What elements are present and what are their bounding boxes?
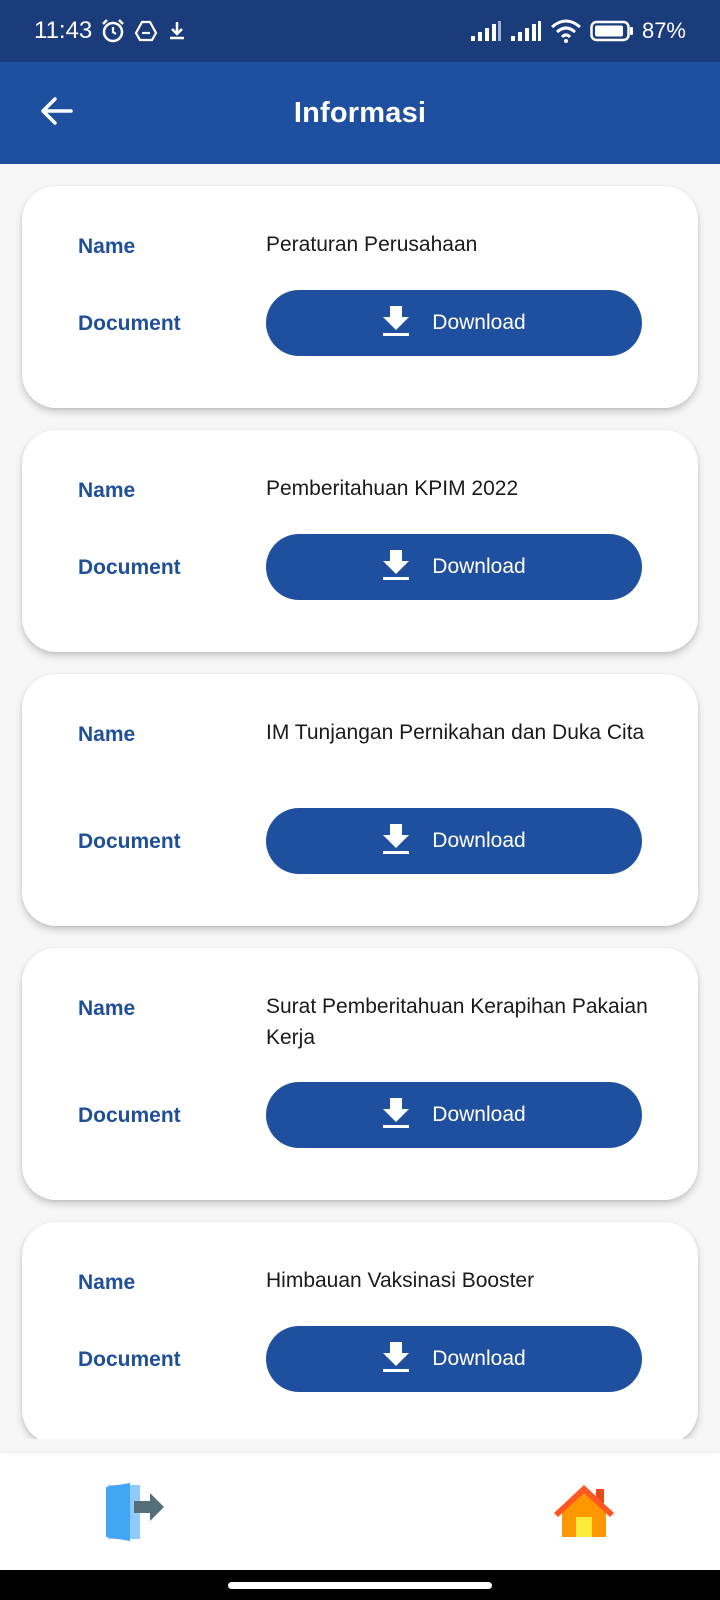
document-name: IM Tunjangan Pernikahan dan Duka Cita <box>266 721 645 744</box>
page-title: Informasi <box>293 96 427 129</box>
download-icon <box>382 549 410 586</box>
download-button[interactable]: Download <box>266 808 642 874</box>
status-right: 87% <box>470 18 686 44</box>
document-label: Document <box>78 1348 181 1371</box>
logout-button[interactable] <box>100 1481 170 1543</box>
battery-percentage: 87% <box>641 18 686 43</box>
document-card: Name Himbauan Vaksinasi Booster Document… <box>22 1222 698 1439</box>
document-label: Document <box>78 312 181 335</box>
status-left: 11:43 <box>34 17 188 45</box>
download-label: Download <box>432 311 526 334</box>
download-icon <box>382 1341 410 1378</box>
home-button[interactable] <box>552 1483 616 1541</box>
document-label: Document <box>78 1104 181 1127</box>
arrow-left-icon <box>39 96 73 131</box>
document-name: Pemberitahuan KPIM 2022 <box>266 477 519 500</box>
home-gesture-bar[interactable] <box>228 1582 492 1589</box>
download-button[interactable]: Download <box>266 290 642 356</box>
download-icon <box>382 1097 410 1134</box>
back-button[interactable] <box>30 87 82 139</box>
signal-icon <box>510 20 542 42</box>
gesture-area <box>0 1570 720 1600</box>
document-card: Name IM Tunjangan Pernikahan dan Duka Ci… <box>22 674 698 926</box>
download-label: Download <box>432 555 526 578</box>
battery-icon <box>590 20 634 42</box>
signal-icon <box>470 20 502 42</box>
download-button[interactable]: Download <box>266 534 642 600</box>
download-button[interactable]: Download <box>266 1082 642 1148</box>
name-label: Name <box>78 997 136 1020</box>
download-button[interactable]: Download <box>266 1326 642 1392</box>
name-label: Name <box>78 479 136 502</box>
name-label: Name <box>78 723 136 746</box>
document-card: Name Peraturan Perusahaan Document Downl… <box>22 186 698 408</box>
document-card: Name Surat Pemberitahuan Kerapihan Pakai… <box>22 948 698 1200</box>
download-label: Download <box>432 829 526 852</box>
document-label: Document <box>78 830 181 853</box>
document-list[interactable]: Name Peraturan Perusahaan Document Downl… <box>0 164 720 1439</box>
status-bar: 11:43 87% <box>0 0 720 62</box>
download-icon <box>382 823 410 860</box>
bottom-navigation <box>0 1453 720 1570</box>
drive-icon <box>134 19 158 43</box>
document-name: Himbauan Vaksinasi Booster <box>266 1269 535 1292</box>
alarm-icon <box>100 18 126 44</box>
name-label: Name <box>78 1271 136 1294</box>
home-icon <box>552 1485 616 1545</box>
wifi-icon <box>550 19 582 43</box>
document-card: Name Pemberitahuan KPIM 2022 Document Do… <box>22 430 698 652</box>
download-label: Download <box>432 1347 526 1370</box>
document-label: Document <box>78 556 181 579</box>
name-label: Name <box>78 235 136 258</box>
app-bar: Informasi <box>0 62 720 164</box>
document-name: Surat Pemberitahuan Kerapihan Pakaian Ke… <box>266 995 648 1049</box>
download-icon <box>166 20 188 42</box>
logout-icon <box>100 1483 170 1547</box>
download-label: Download <box>432 1103 526 1126</box>
status-time: 11:43 <box>34 17 93 44</box>
document-name: Peraturan Perusahaan <box>266 233 478 256</box>
download-icon <box>382 305 410 342</box>
